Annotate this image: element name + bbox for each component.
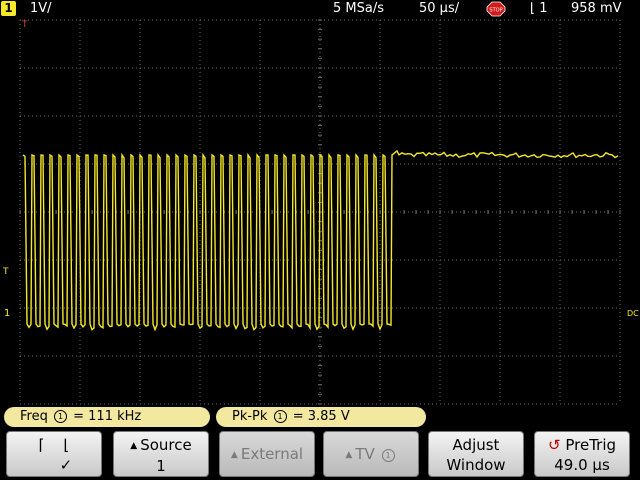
trigger-time-marker: T <box>21 20 28 30</box>
channel-scale: 1V/ <box>30 1 52 16</box>
triangle-up-icon: ▲ <box>130 441 138 451</box>
tv-softkey[interactable]: ▲ TV 1 <box>323 431 419 477</box>
stop-icon: STOP <box>486 1 506 17</box>
channel-1-badge[interactable]: 1 <box>1 1 16 16</box>
falling-edge-icon: ⌊ <box>530 1 536 16</box>
rotate-knob-icon: ↺ <box>547 436 561 454</box>
external-softkey[interactable]: ▲ External <box>219 431 315 477</box>
peak-to-peak-measurement: Pk-Pk 1 = 3.85 V <box>216 407 426 427</box>
status-bar: 1 1V/ 5 MSa/s 50 µs/ STOP ⌊ 1 958 mV <box>0 0 640 18</box>
waveform-display[interactable]: T T 1 DC <box>0 18 640 406</box>
triangle-up-icon: ▲ <box>230 450 238 460</box>
slope-softkey[interactable]: ⌈ ⌊ ✓ <box>6 431 102 477</box>
rising-edge-icon: ⌈ <box>38 436 45 454</box>
source-softkey[interactable]: ▲ Source 1 <box>113 431 209 477</box>
falling-edge-icon: ⌊ <box>63 436 70 454</box>
trigger-level: 958 mV <box>571 1 622 16</box>
trigger-info: ⌊ 1 <box>530 0 548 18</box>
adjust-window-softkey[interactable]: Adjust Window <box>428 431 524 477</box>
trigger-channel: 1 <box>539 1 548 16</box>
trigger-level-marker: T <box>2 267 9 277</box>
checkmark-icon: ✓ <box>35 456 73 474</box>
dc-marker: DC <box>627 309 639 318</box>
frequency-measurement: Freq 1 = 111 kHz <box>4 407 210 427</box>
run-state-label: STOP <box>489 8 502 14</box>
graticule: T T 1 DC <box>2 19 639 405</box>
timebase: 50 µs/ <box>419 1 460 16</box>
channel-circle-icon: 1 <box>53 410 67 423</box>
triangle-up-icon: ▲ <box>345 450 353 460</box>
slope-options: ⌈ ⌊ <box>7 435 101 455</box>
pretrig-softkey[interactable]: ↺ PreTrig 49.0 µs <box>534 431 630 477</box>
channel-circle-icon: 1 <box>273 410 287 423</box>
channel-ground-marker: 1 <box>4 308 10 319</box>
sample-rate: 5 MSa/s <box>333 1 384 16</box>
